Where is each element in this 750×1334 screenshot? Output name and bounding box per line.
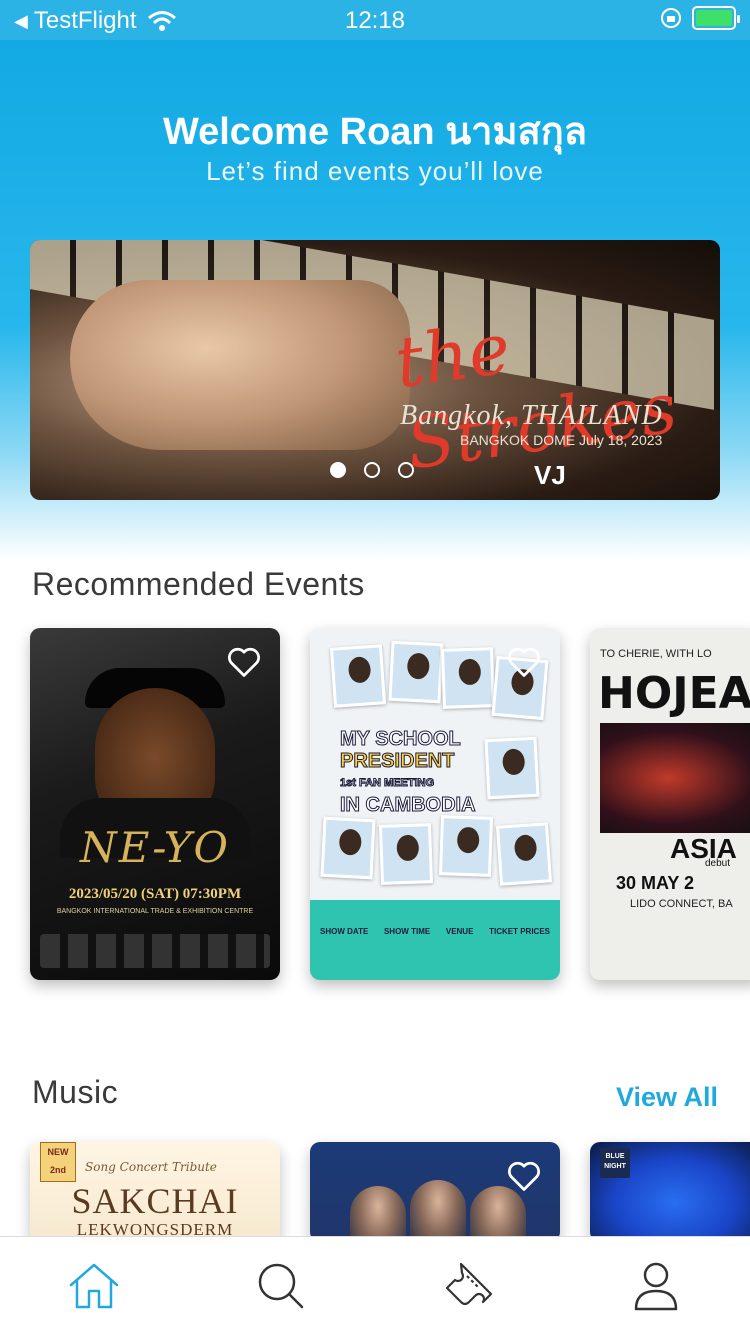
- artist-image: [350, 1186, 406, 1242]
- poster-title: MY SCHOOL PRESIDENT 1st FAN MEETING IN C…: [340, 728, 477, 817]
- event-card-sakchai[interactable]: NEW 2nd Song Concert Tribute SAKCHAI LEK…: [30, 1142, 280, 1242]
- poster-tag: BLUE NIGHT: [600, 1148, 630, 1178]
- orientation-lock-icon: [661, 8, 681, 28]
- new-badge: NEW 2nd: [40, 1142, 76, 1182]
- event-card-blue[interactable]: BLUE NIGHT: [590, 1142, 750, 1242]
- poster-debut: debut: [705, 858, 731, 869]
- event-card-band[interactable]: [310, 1142, 560, 1242]
- artist-image: [410, 1180, 466, 1242]
- hand-image: [70, 280, 410, 450]
- event-card-my-school-president[interactable]: MY SCHOOL PRESIDENT 1st FAN MEETING IN C…: [310, 628, 560, 980]
- member-photo: [495, 822, 553, 886]
- favorite-heart-icon[interactable]: [506, 1158, 542, 1194]
- member-photo: [378, 823, 434, 885]
- artist-image: [600, 723, 750, 833]
- user-icon: [635, 1262, 678, 1310]
- member-photo: [438, 815, 494, 877]
- tab-bar: [0, 1236, 750, 1334]
- banner-date: BANGKOK DOME July 18, 2023: [460, 432, 663, 448]
- favorite-heart-icon[interactable]: [506, 644, 542, 680]
- member-photo: [320, 816, 376, 880]
- home-icon: [69, 1263, 118, 1308]
- carousel-dot[interactable]: [364, 462, 380, 478]
- welcome-subtitle: Let’s find events you’ll love: [206, 156, 544, 186]
- ticket-icon: [445, 1262, 492, 1305]
- tab-home[interactable]: [64, 1256, 124, 1316]
- clock: 12:18: [344, 7, 406, 34]
- poster-title: SAKCHAI: [71, 1181, 239, 1221]
- poster-date: 30 MAY 2: [616, 873, 695, 893]
- carousel-dot[interactable]: [330, 462, 346, 478]
- featured-banner[interactable]: the Strokes Bangkok, THAILAND BANGKOK DO…: [30, 240, 720, 500]
- artist-image: [470, 1186, 526, 1242]
- poster-date: 2023/05/20 (SAT) 07:30PM: [68, 886, 242, 902]
- banner-city: Bangkok, THAILAND: [400, 400, 663, 431]
- tab-search[interactable]: [251, 1256, 311, 1316]
- poster-script: Song Concert Tribute: [85, 1160, 217, 1174]
- welcome-title: Welcome Roan นามสกุล: [162, 111, 588, 153]
- battery-icon: [692, 6, 740, 30]
- poster-info: SHOW DATE SHOW TIME VENUE TICKET PRICES: [320, 927, 550, 936]
- poster-tagline: TO CHERIE, WITH LO: [600, 648, 712, 660]
- poster-title: NE-YO: [80, 823, 230, 872]
- sponsor-logos: [40, 934, 270, 968]
- member-photo: [388, 640, 444, 704]
- event-card-neyo[interactable]: NE-YO 2023/05/20 (SAT) 07:30PM BANGKOK I…: [30, 628, 280, 980]
- member-photo: [440, 647, 496, 709]
- carousel-dots: [330, 462, 414, 478]
- banner-logo-icon: VJ: [534, 460, 566, 490]
- poster-venue: LIDO CONNECT, BA: [630, 898, 733, 910]
- music-section-title: Music: [32, 1074, 119, 1110]
- tab-profile[interactable]: [626, 1256, 686, 1316]
- poster-title: HOJEA: [598, 668, 750, 719]
- poster-venue: BANGKOK INTERNATIONAL TRADE & EXHIBITION…: [56, 908, 254, 915]
- status-bar: ◀ TestFlight 12:18: [0, 0, 750, 40]
- favorite-heart-icon[interactable]: [226, 644, 262, 680]
- carousel-dot[interactable]: [398, 462, 414, 478]
- member-photo: [329, 644, 387, 708]
- recommended-section-title: Recommended Events: [32, 566, 365, 602]
- member-photo: [484, 736, 540, 800]
- tab-tickets[interactable]: [439, 1256, 499, 1316]
- event-card-hojean[interactable]: TO CHERIE, WITH LO HOJEA ASIA debut 30 M…: [590, 628, 750, 980]
- poster-footer: [310, 900, 560, 980]
- view-all-link[interactable]: View All: [616, 1082, 718, 1113]
- search-icon: [259, 1263, 304, 1308]
